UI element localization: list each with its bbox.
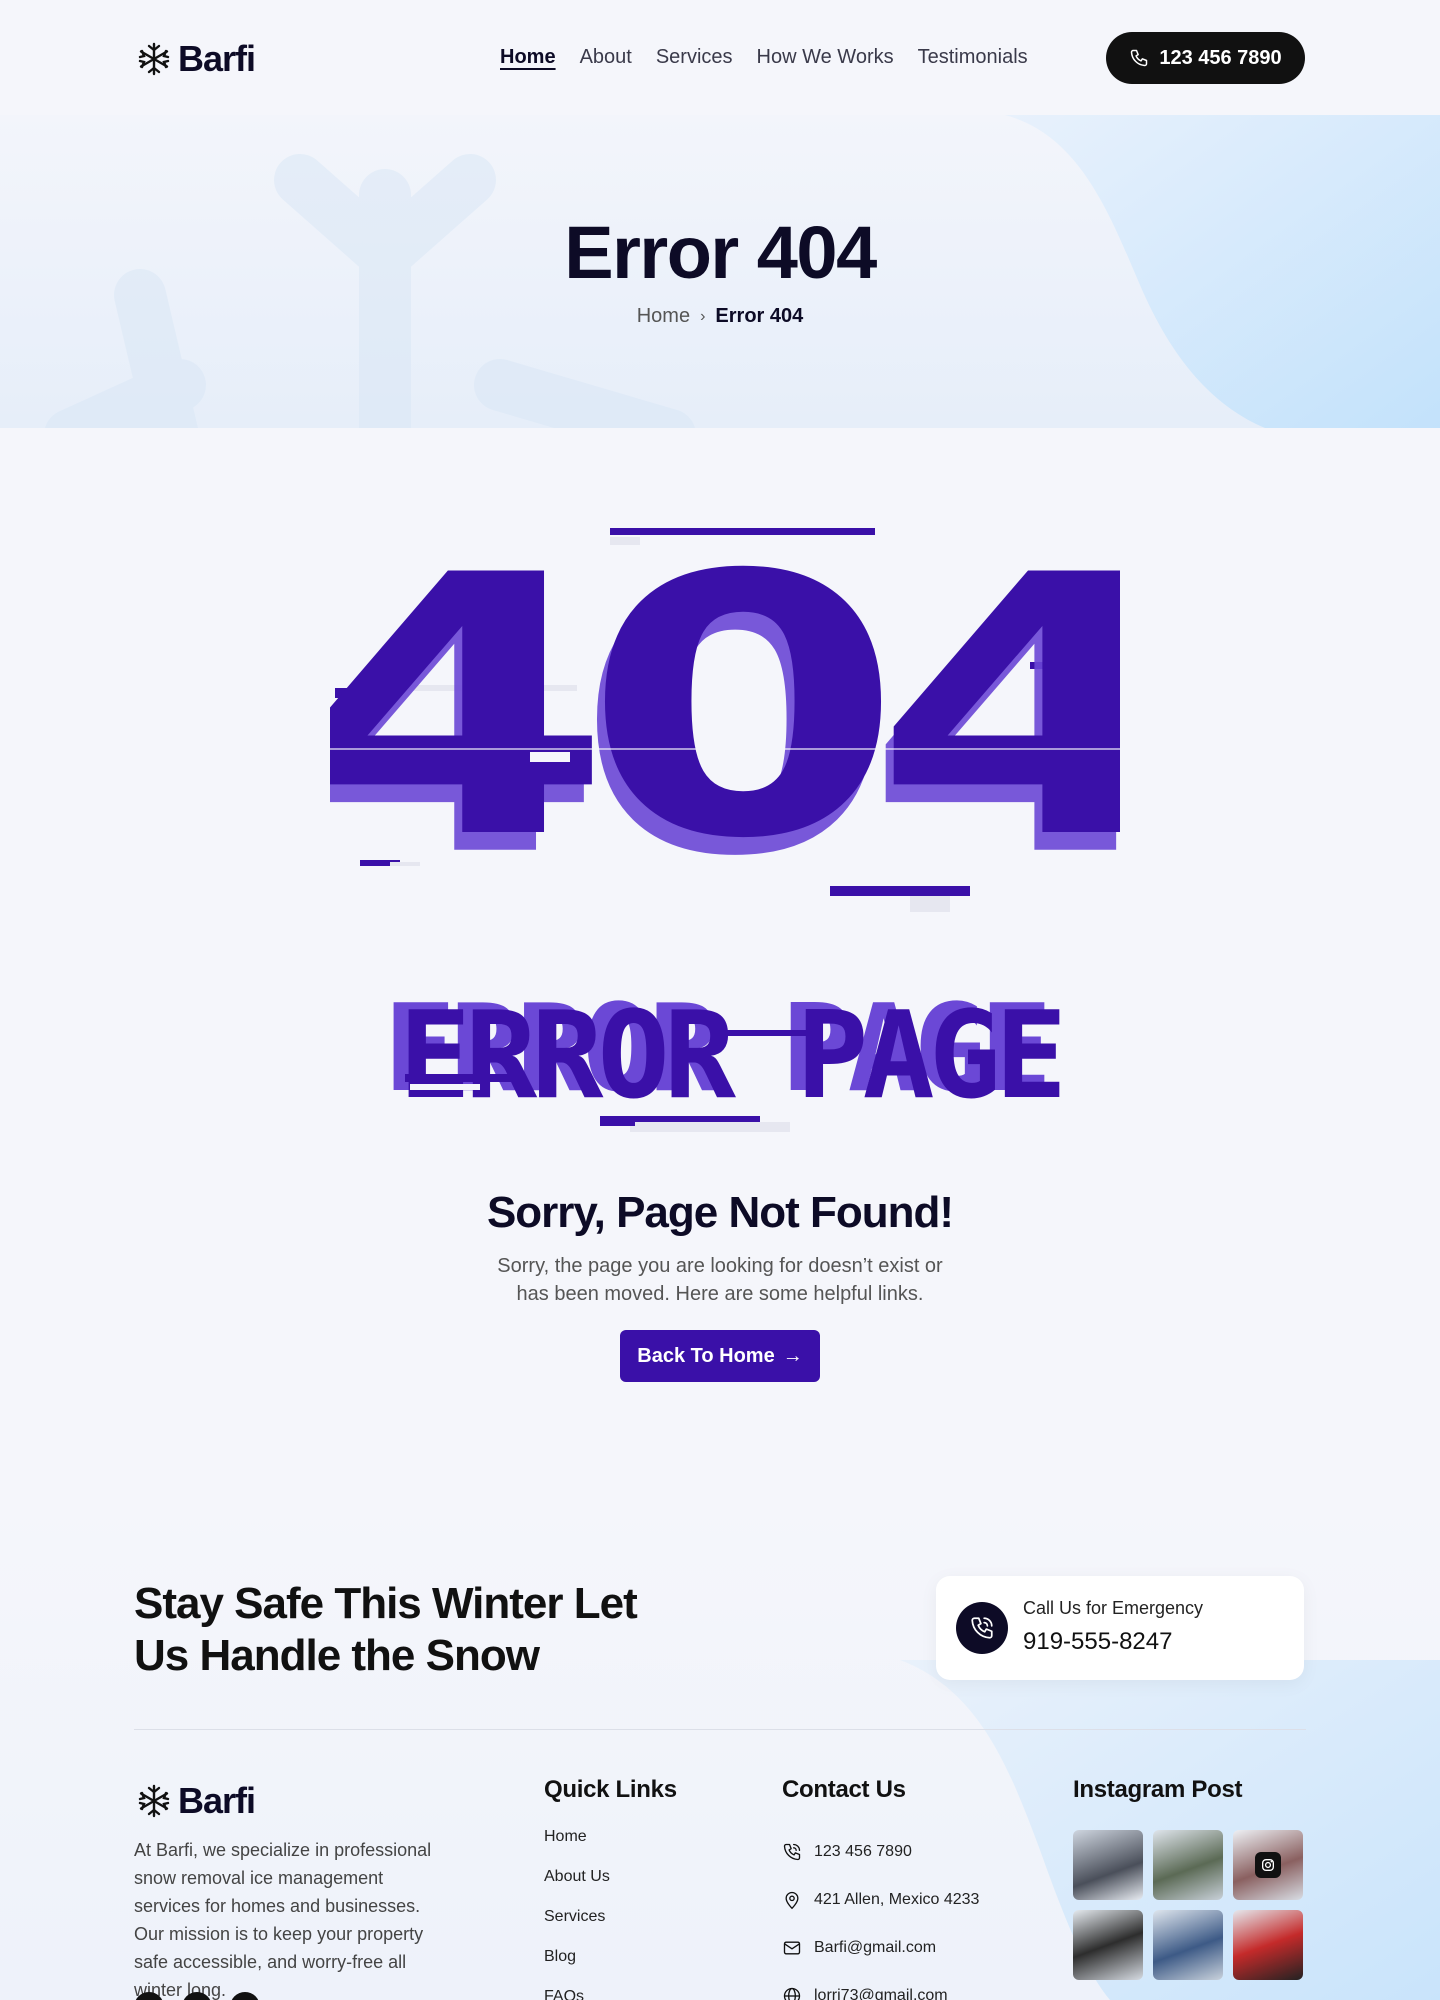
facebook-icon[interactable] [134, 1992, 164, 2000]
footer-brand-logo[interactable]: Barfi [136, 1780, 256, 1822]
mail-icon [783, 1941, 801, 1955]
chevron-right-icon: › [700, 307, 706, 325]
instagram-post[interactable] [1233, 1910, 1303, 1980]
emergency-number[interactable]: 919-555-8247 [1023, 1628, 1172, 1656]
emergency-call-card[interactable]: Call Us for Emergency 919-555-8247 [936, 1576, 1304, 1680]
call-button-label: 123 456 7890 [1159, 46, 1282, 69]
quick-links-list: Home About Us Services Blog FAQs [544, 1828, 610, 2000]
page-hero: Error 404 Home › Error 404 [0, 115, 1440, 428]
error-code: 404 [330, 520, 1120, 917]
breadcrumb-current: Error 404 [715, 305, 804, 327]
site-header: Barfi Home About Services How We Works T… [0, 0, 1440, 115]
snowflake-icon [138, 1784, 170, 1818]
brand-logo[interactable]: Barfi [136, 38, 256, 80]
phone-icon [783, 1843, 801, 1861]
footer-link-home[interactable]: Home [544, 1828, 610, 1868]
arrow-right-icon: → [782, 1344, 803, 1367]
globe-icon [783, 1987, 801, 2000]
footer-link-blog[interactable]: Blog [544, 1948, 610, 1988]
linkedin-icon[interactable] [230, 1992, 260, 2000]
brand-name: Barfi [178, 38, 256, 79]
contact-website[interactable]: lorri73@gmail.com [782, 1972, 979, 2000]
error-404-illustration: 404 404 ERROR PAGE ERROR PAGE [285, 500, 1205, 1140]
instagram-post[interactable] [1073, 1910, 1143, 1980]
contact-phone[interactable]: 123 456 7890 [782, 1828, 979, 1876]
breadcrumb: Home › Error 404 [0, 305, 1440, 328]
contact-phone-text: 123 456 7890 [814, 1843, 912, 1860]
twitter-icon[interactable] [182, 1992, 212, 2000]
breadcrumb-home-link[interactable]: Home [637, 305, 690, 328]
instagram-post[interactable] [1233, 1830, 1303, 1900]
phone-icon [1131, 49, 1148, 67]
back-to-home-button[interactable]: Back To Home → [620, 1330, 820, 1382]
error-caption: ERROR PAGE [399, 987, 1061, 1126]
back-to-home-label: Back To Home [637, 1344, 775, 1367]
instagram-icon [1255, 1852, 1281, 1878]
footer-about-text: At Barfi, we specialize in professional … [134, 1840, 432, 2000]
contact-website-text: lorri73@gmail.com [814, 1987, 948, 2000]
contact-us-title: Contact Us [782, 1776, 906, 1803]
emergency-label: Call Us for Emergency [1023, 1598, 1204, 1618]
contact-address: 421 Allen, Mexico 4233 [782, 1876, 979, 1924]
page-title: Error 404 [564, 211, 877, 294]
map-pin-icon [785, 1891, 799, 1910]
nav-item-services[interactable]: Services [656, 46, 733, 69]
footer-brand-name: Barfi [178, 1780, 256, 1821]
contact-address-text: 421 Allen, Mexico 4233 [814, 1891, 980, 1908]
instagram-grid [1073, 1830, 1303, 1980]
contact-email[interactable]: Barfi@gmail.com [782, 1924, 979, 1972]
footer-divider [134, 1729, 1306, 1730]
instagram-title: Instagram Post [1073, 1776, 1243, 1803]
contact-email-text: Barfi@gmail.com [814, 1939, 937, 1956]
nav-item-home[interactable]: Home [500, 46, 556, 69]
not-found-title: Sorry, Page Not Found! [486, 1188, 954, 1237]
instagram-post[interactable] [1153, 1910, 1223, 1980]
instagram-post[interactable] [1073, 1830, 1143, 1900]
phone-call-icon [956, 1602, 1008, 1654]
call-button[interactable]: 123 456 7890 [1106, 32, 1305, 84]
snowflake-icon [138, 42, 170, 76]
social-links [134, 1992, 260, 2000]
footer-cta-title: Stay Safe This Winter Let Us Handle the … [134, 1579, 638, 1680]
nav-item-how-we-works[interactable]: How We Works [757, 46, 894, 69]
contact-list: 123 456 7890 421 Allen, Mexico 4233 Barf… [782, 1828, 979, 2000]
nav-item-about[interactable]: About [580, 46, 632, 69]
footer-link-services[interactable]: Services [544, 1908, 610, 1948]
not-found-description: Sorry, the page you are looking for does… [497, 1255, 943, 1305]
footer-link-faqs[interactable]: FAQs [544, 1988, 610, 2000]
footer-link-about-us[interactable]: About Us [544, 1868, 610, 1908]
instagram-post[interactable] [1153, 1830, 1223, 1900]
nav-item-testimonials[interactable]: Testimonials [918, 46, 1028, 69]
main-nav: Home About Services How We Works Testimo… [500, 46, 1028, 69]
quick-links-title: Quick Links [544, 1776, 677, 1803]
